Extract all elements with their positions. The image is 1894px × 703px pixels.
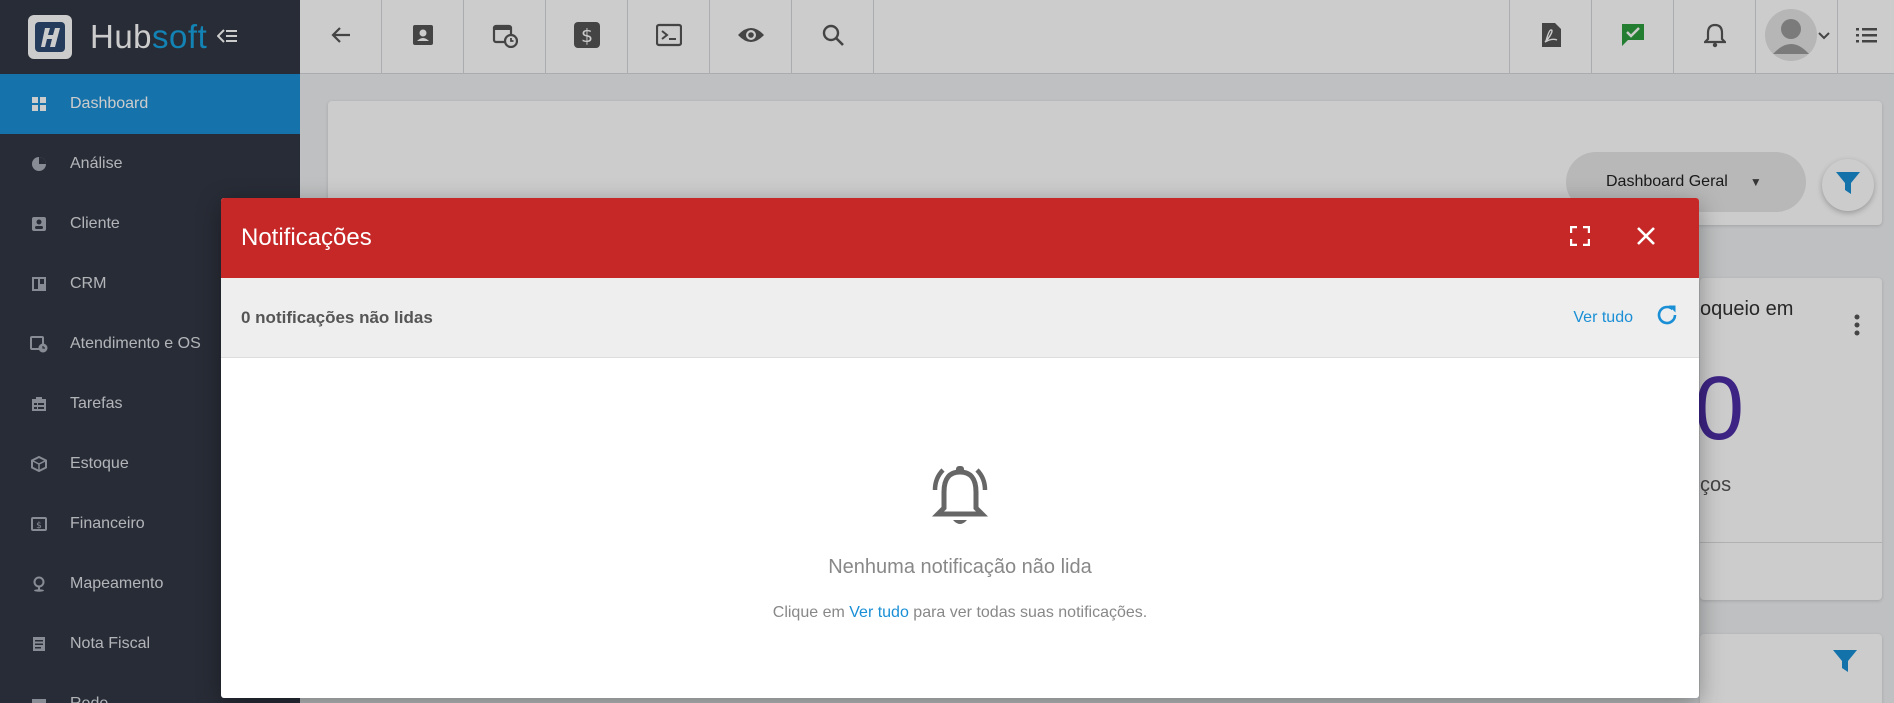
refresh-icon: [1655, 303, 1679, 332]
refresh-button[interactable]: [1655, 303, 1679, 332]
notifications-modal: Notificações 0 notificações não lidas Ve…: [221, 198, 1699, 698]
hint-prefix: Clique em: [772, 604, 850, 621]
modal-body: Nenhuma notificação não lida Clique em V…: [221, 358, 1699, 698]
empty-state-title: Nenhuma notificação não lida: [828, 556, 1092, 578]
modal-toolbar: 0 notificações não lidas Ver tudo: [221, 278, 1699, 358]
close-icon: [1636, 226, 1656, 251]
hint-suffix: para ver todas suas notificações.: [908, 604, 1148, 621]
empty-state-hint: Clique em Ver tudo para ver todas suas n…: [221, 604, 1699, 622]
modal-header: Notificações: [221, 198, 1699, 278]
fullscreen-button[interactable]: [1565, 223, 1595, 253]
close-button[interactable]: [1631, 223, 1661, 253]
bell-ring-icon: [925, 462, 995, 537]
view-all-inline-link[interactable]: Ver tudo: [849, 604, 909, 621]
unread-count: 0 notificações não lidas: [241, 307, 433, 327]
fullscreen-icon: [1569, 225, 1591, 251]
view-all-link[interactable]: Ver tudo: [1573, 309, 1633, 327]
modal-title: Notificações: [241, 224, 372, 251]
